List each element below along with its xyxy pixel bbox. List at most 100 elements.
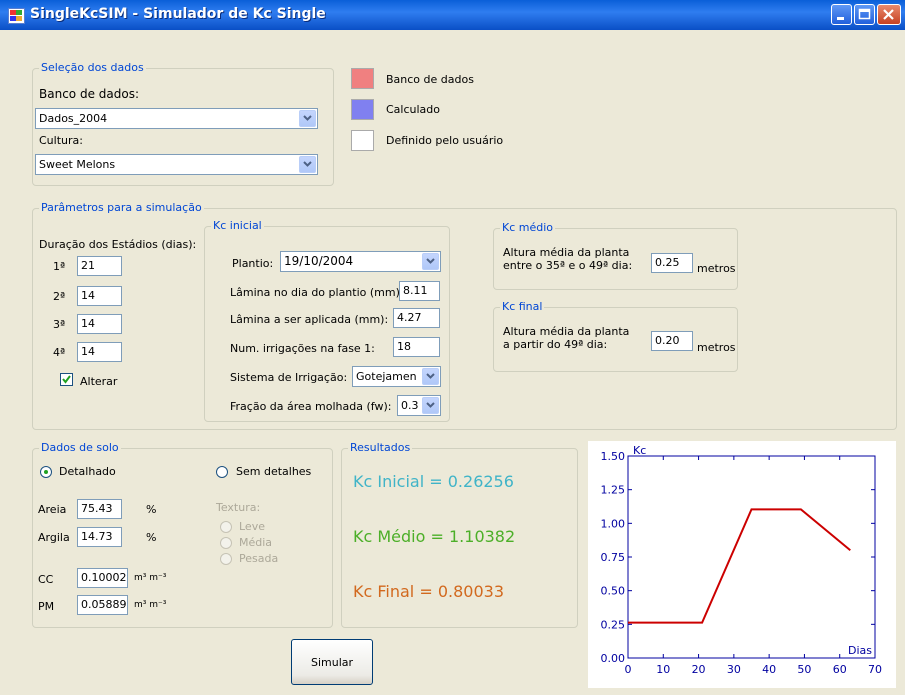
plantio-dropdown-button[interactable] — [422, 253, 439, 270]
y-tick-label: 0.75 — [601, 551, 626, 564]
maximize-icon — [858, 8, 871, 20]
kc-final-line1: Altura média da planta — [503, 325, 630, 338]
lamina-plantio-input[interactable]: 8.11 — [399, 281, 440, 301]
banco-select[interactable]: Dados_2004 — [35, 108, 318, 129]
kc-final-result: Kc Final = 0.80033 — [353, 582, 504, 601]
close-icon — [883, 9, 894, 20]
textura-media-label: Média — [239, 536, 273, 549]
cultura-label: Cultura: — [39, 134, 83, 147]
areia-input[interactable]: 75.43 — [77, 499, 122, 519]
cultura-dropdown-button[interactable] — [299, 156, 316, 173]
textura-pesada-radio[interactable] — [220, 553, 232, 565]
solo-legend: Dados de solo — [39, 441, 121, 454]
y-tick-label: 0.25 — [601, 618, 626, 631]
x-tick-label: 50 — [797, 663, 811, 676]
simular-button[interactable]: Simular — [291, 639, 373, 685]
stage-1-value: 21 — [81, 259, 95, 272]
x-tick-label: 70 — [868, 663, 882, 676]
app-icon — [8, 8, 25, 24]
stage-4-value: 14 — [81, 345, 95, 358]
x-tick-label: 0 — [625, 663, 632, 676]
num-irrig-label: Num. irrigações na fase 1: — [230, 342, 375, 355]
selecao-legend: Seleção dos dados — [39, 61, 146, 74]
duracao-label: Duração dos Estádios (dias): — [39, 238, 197, 251]
maximize-button[interactable] — [854, 4, 875, 25]
stage-2-input[interactable]: 14 — [77, 286, 122, 306]
kc-final-unit: metros — [697, 341, 736, 354]
altura-medio-input[interactable]: 0.25 — [651, 253, 693, 273]
cc-unit: m³ m⁻³ — [134, 573, 167, 583]
x-tick-label: 30 — [727, 663, 741, 676]
minimize-button[interactable] — [831, 4, 852, 25]
x-tick-label: 60 — [833, 663, 847, 676]
kc-inicial-result: Kc Inicial = 0.26256 — [353, 472, 514, 491]
cultura-value: Sweet Melons — [39, 158, 116, 171]
banco-label: Banco de dados: — [39, 87, 139, 101]
cultura-select[interactable]: Sweet Melons — [35, 154, 318, 175]
detalhado-radio[interactable] — [40, 466, 52, 478]
kc-final-legend: Kc final — [500, 300, 545, 313]
x-tick-label: 10 — [656, 663, 670, 676]
lamina-plantio-value: 8.11 — [403, 284, 428, 297]
banco-dropdown-button[interactable] — [299, 110, 316, 127]
sistema-dropdown-button[interactable] — [422, 368, 439, 385]
y-tick-label: 1.25 — [601, 484, 626, 497]
kc-chart-svg: 0.00 0.25 0.50 0.75 1.00 1.25 1.50 0 10 20 30 40 50 6… — [601, 444, 883, 676]
banco-value: Dados_2004 — [39, 112, 108, 125]
num-irrig-value: 18 — [397, 340, 411, 353]
minimize-icon — [837, 17, 844, 20]
argila-input[interactable]: 14.73 — [77, 527, 122, 547]
cc-input[interactable]: 0.10002 — [77, 568, 128, 588]
plantio-date-picker[interactable]: 19/10/2004 — [280, 251, 441, 272]
kc-inicial-legend: Kc inicial — [211, 219, 264, 232]
stage-1-input[interactable]: 21 — [77, 256, 122, 276]
pm-unit: m³ m⁻³ — [134, 600, 167, 610]
swatch-calculado — [351, 99, 374, 120]
altura-final-input[interactable]: 0.20 — [651, 331, 693, 351]
textura-media-radio[interactable] — [220, 537, 232, 549]
pm-value: 0.05889 — [81, 598, 127, 611]
kc-medio-result: Kc Médio = 1.10382 — [353, 527, 516, 546]
kc-final-line2: a partir do 49ª dia: — [503, 338, 608, 351]
textura-pesada-label: Pesada — [239, 552, 279, 565]
altura-final-value: 0.20 — [655, 334, 680, 347]
pm-label: PM — [38, 600, 55, 613]
alterar-checkbox[interactable] — [60, 373, 73, 386]
y-tick-label: 0.00 — [601, 652, 626, 665]
chevron-down-icon — [303, 161, 312, 167]
y-axis-label: Kc — [633, 444, 646, 457]
y-tick-label: 1.00 — [601, 517, 626, 530]
kc-medio-line1: Altura média da planta — [503, 246, 630, 259]
radio-dot — [44, 470, 48, 474]
stage-3-input[interactable]: 14 — [77, 314, 122, 334]
sistema-label: Sistema de Irrigação: — [230, 371, 348, 384]
areia-value: 75.43 — [81, 502, 113, 515]
fracao-dropdown-button[interactable] — [422, 397, 439, 414]
title-bar[interactable]: SingleKcSIM - Simulador de Kc Single — [0, 0, 905, 30]
pm-input[interactable]: 0.05889 — [77, 595, 128, 615]
swatch-usuario — [351, 130, 374, 151]
swatch-calculado-label: Calculado — [386, 103, 441, 116]
textura-leve-radio[interactable] — [220, 521, 232, 533]
sem-detalhes-radio[interactable] — [216, 466, 228, 478]
stage-3-label: 3ª — [53, 318, 66, 331]
sistema-value: Gotejamen — [356, 370, 417, 383]
chevron-down-icon — [426, 373, 435, 379]
x-tick-label: 40 — [762, 663, 776, 676]
kc-series-line — [628, 508, 851, 624]
num-irrig-input[interactable]: 18 — [393, 337, 440, 357]
y-tick-label: 1.50 — [601, 450, 626, 463]
lamina-aplicada-input[interactable]: 4.27 — [393, 308, 440, 328]
kc-medio-unit: metros — [697, 262, 736, 275]
kc-chart: 0.00 0.25 0.50 0.75 1.00 1.25 1.50 0 10 20 30 40 50 6… — [588, 441, 896, 688]
window-title: SingleKcSIM - Simulador de Kc Single — [30, 6, 326, 22]
close-button[interactable] — [877, 4, 901, 25]
swatch-usuario-label: Definido pelo usuário — [386, 134, 504, 147]
sistema-select[interactable]: Gotejamen — [352, 366, 441, 387]
fracao-select[interactable]: 0.3 — [397, 395, 441, 416]
fracao-value: 0.3 — [401, 399, 419, 412]
stage-1-label: 1ª — [53, 260, 66, 273]
areia-label: Areia — [38, 503, 67, 516]
fracao-label: Fração da área molhada (fw): — [230, 400, 392, 413]
stage-4-input[interactable]: 14 — [77, 342, 122, 362]
